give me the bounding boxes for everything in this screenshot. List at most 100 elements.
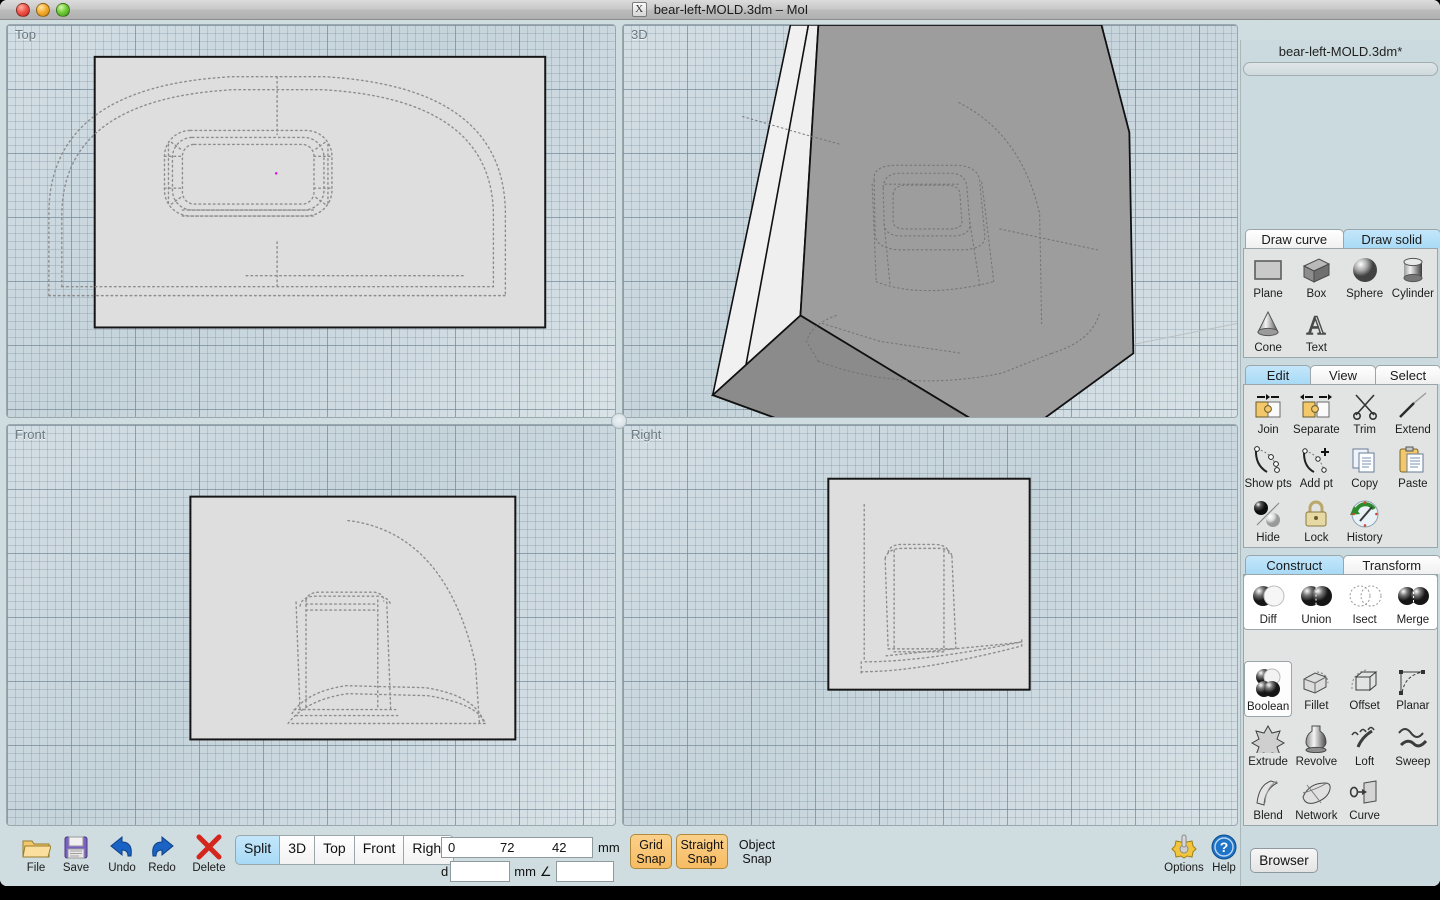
tool-offset[interactable]: Offset [1341,661,1389,717]
tool-planar-label: Planar [1396,700,1430,712]
distance-input[interactable] [450,861,511,882]
tool-cone[interactable]: Cone [1244,303,1292,357]
viewport-grid: Top 3D Front Right [6,24,1238,826]
straight-snap-button[interactable]: Straight Snap [676,834,728,869]
angle-input[interactable] [555,861,614,882]
browser-button[interactable]: Browser [1250,848,1318,873]
delete-button-label: Delete [192,862,226,874]
viewport-top[interactable]: Top [6,24,616,418]
viewport-splitter-handle[interactable] [611,413,627,429]
tool-boolean[interactable]: Boolean [1244,661,1293,717]
extend-icon [1389,389,1437,423]
save-button[interactable]: Save [52,832,100,874]
boolean-icon [1245,666,1291,700]
tool-history[interactable]: History [1341,493,1389,547]
construct-palette: Diff Union Isect Merge Boolean Fillet Of… [1243,574,1438,826]
tool-show-pts[interactable]: Show pts [1244,439,1292,493]
coord-units-label: mm [598,840,620,855]
tool-sphere-label: Sphere [1346,288,1384,300]
tool-sweep[interactable]: Sweep [1389,717,1437,771]
tool-add-pt-label: Add pt [1299,478,1333,490]
tool-add-pt[interactable]: Add pt [1292,439,1340,493]
tab-view[interactable]: View [1310,365,1376,384]
tab-edit[interactable]: Edit [1245,365,1311,384]
construct-tabstrip: Construct Transform [1241,552,1440,574]
tool-network[interactable]: Network [1292,771,1340,825]
tool-trim[interactable]: Trim [1341,385,1389,439]
tool-join[interactable]: Join [1244,385,1292,439]
tool-cone-label: Cone [1254,342,1282,354]
tool-revolve[interactable]: Revolve [1292,717,1340,771]
close-button[interactable] [16,3,30,17]
tool-text-label: Text [1305,342,1327,354]
zoom-button[interactable] [56,3,70,17]
redo-button-label: Redo [148,862,176,874]
view-button-top[interactable]: Top [314,835,354,865]
tool-plane[interactable]: Plane [1244,249,1292,303]
tool-separate[interactable]: Separate [1292,385,1340,439]
tab-draw-curve[interactable]: Draw curve [1245,229,1344,248]
tool-sphere[interactable]: Sphere [1341,249,1389,303]
delete-button[interactable]: Delete [185,832,233,874]
tool-copy-label: Copy [1351,478,1379,490]
tab-transform[interactable]: Transform [1342,555,1440,574]
view-button-split[interactable]: Split [235,835,280,865]
tool-text[interactable]: A Text [1292,303,1340,357]
redo-button[interactable]: Redo [138,832,186,874]
object-snap-button[interactable]: Object Snap [732,834,782,869]
tool-extrude[interactable]: Extrude [1244,717,1292,771]
tool-cylinder-label: Cylinder [1391,288,1434,300]
floppy-disk-icon [52,832,100,862]
tool-sweep-label: Sweep [1395,756,1431,768]
tool-box-label: Box [1306,288,1327,300]
show-points-icon [1244,443,1292,477]
tool-show-pts-label: Show pts [1244,478,1292,490]
tab-select[interactable]: Select [1375,365,1440,384]
tool-fillet[interactable]: Fillet [1292,661,1340,717]
side-panel: bear-left-MOLD.3dm* Draw curve Draw soli… [1240,40,1440,886]
boolean-union-icon [1292,579,1340,613]
extrude-icon [1244,721,1292,755]
view-button-front[interactable]: Front [353,835,404,865]
delete-x-icon [185,832,233,862]
blend-icon [1244,775,1292,809]
tool-hide-label: Hide [1256,532,1280,544]
tool-lock[interactable]: Lock [1292,493,1340,547]
tool-curve[interactable]: Curve [1341,771,1389,825]
distance-label: d [441,864,449,879]
viewport-3d[interactable]: 3D [622,24,1238,418]
viewport-front[interactable]: Front [6,424,616,826]
tool-blend[interactable]: Blend [1244,771,1292,825]
edit-palette: Join Separate Trim Extend Show pts Add p… [1243,384,1438,548]
tool-paste[interactable]: Paste [1389,439,1437,493]
tool-extend[interactable]: Extend [1389,385,1437,439]
coord-x-value: 0 [448,840,456,855]
tool-boolean-union[interactable]: Union [1292,575,1340,629]
tab-draw-solid[interactable]: Draw solid [1342,229,1440,248]
tab-construct[interactable]: Construct [1245,555,1344,574]
minimize-button[interactable] [36,3,50,17]
tool-hide[interactable]: Hide [1244,493,1292,547]
box-icon [1292,253,1340,287]
tool-loft[interactable]: Loft [1341,717,1389,771]
view-button-3d[interactable]: 3D [279,835,315,865]
tool-boolean-isect[interactable]: Isect [1341,575,1389,629]
coord-z-value: 42 [552,840,567,855]
grid-snap-line1: Grid [639,838,663,852]
tool-box[interactable]: Box [1292,249,1340,303]
trim-icon [1341,389,1389,423]
tool-boolean-merge[interactable]: Merge [1389,575,1437,629]
xyz-input[interactable]: 0 72 42 [441,837,593,858]
tool-boolean-label: Boolean [1247,701,1290,713]
tool-copy[interactable]: Copy [1341,439,1389,493]
tool-boolean-diff[interactable]: Diff [1244,575,1292,629]
hide-icon [1244,497,1292,531]
tool-cylinder[interactable]: Cylinder [1389,249,1437,303]
boolean-difference-icon [1244,579,1292,613]
command-input[interactable] [1243,62,1438,76]
viewport-right[interactable]: Right [622,424,1238,826]
tool-planar[interactable]: Planar [1389,661,1437,717]
grid-snap-button[interactable]: Grid Snap [630,834,672,869]
tool-curve-label: Curve [1349,810,1380,822]
boolean-merge-icon [1389,579,1437,613]
